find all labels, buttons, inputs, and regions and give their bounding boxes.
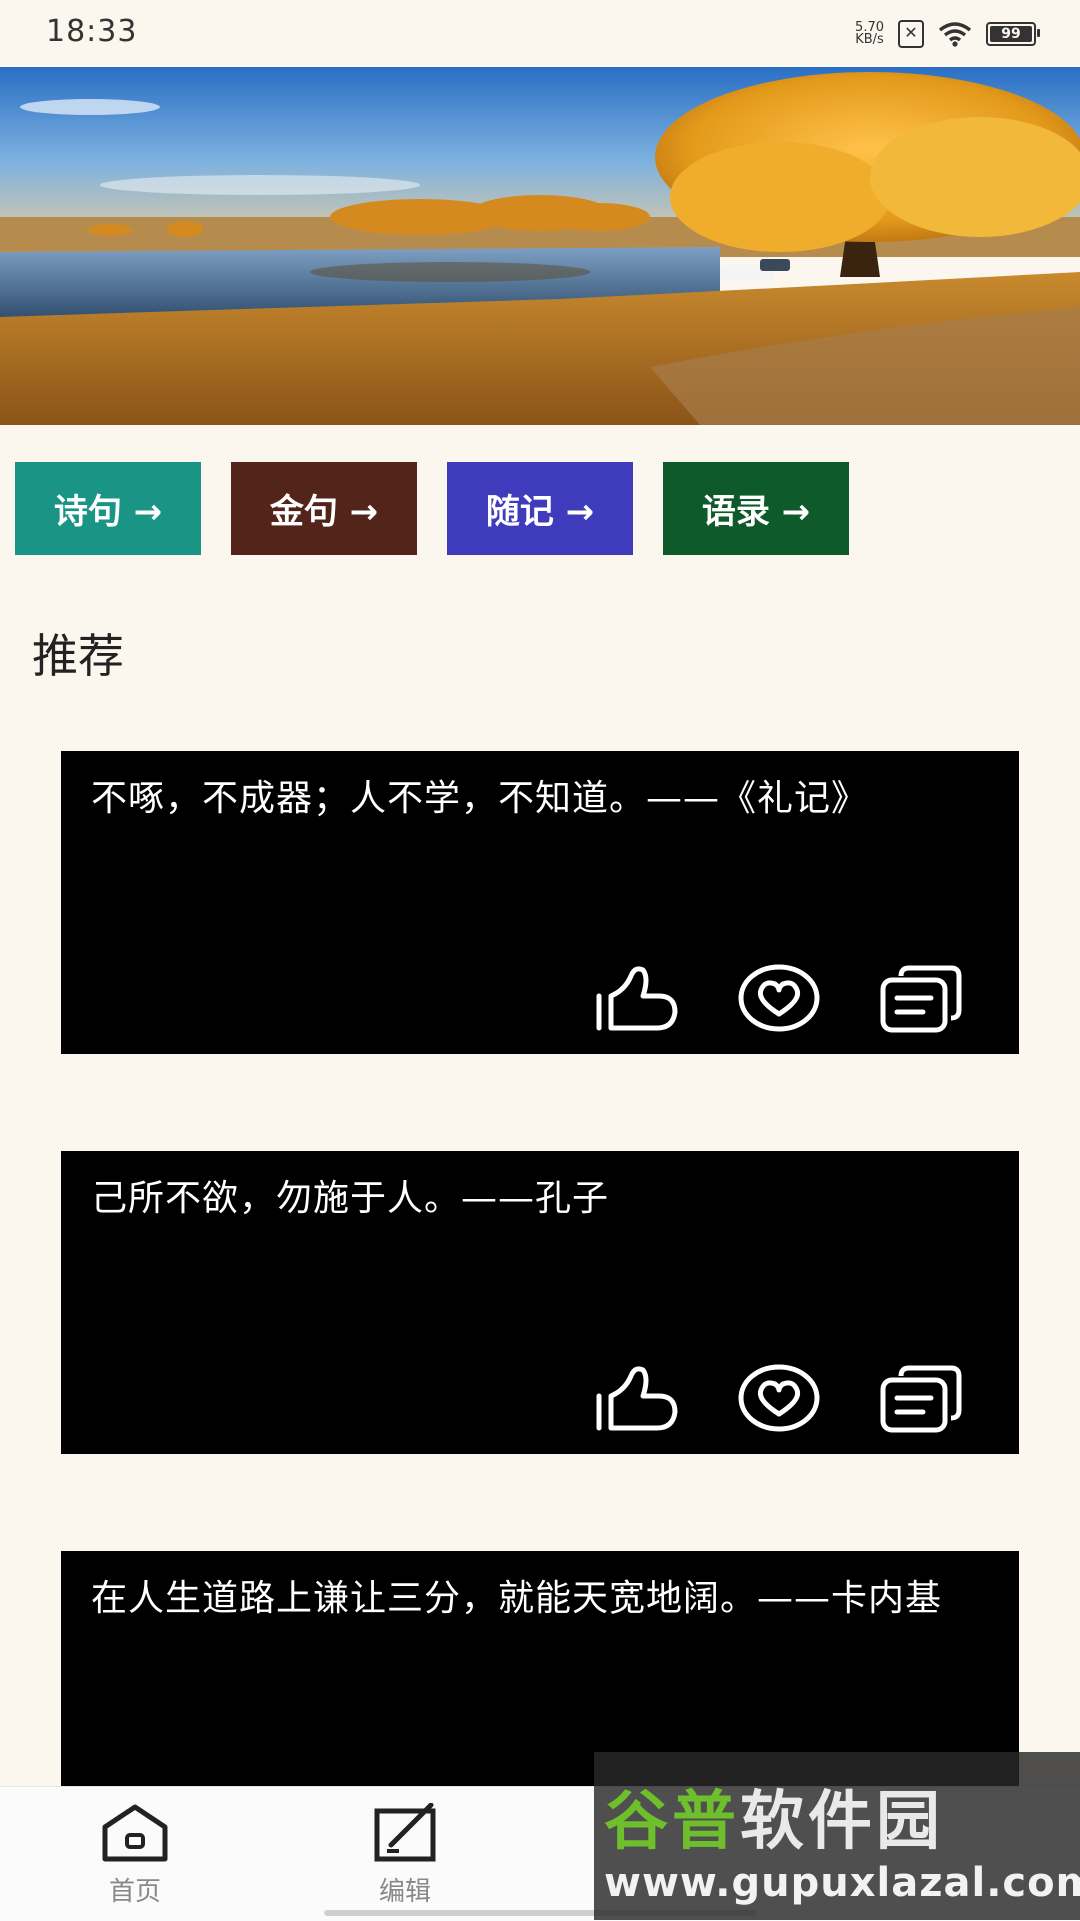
heart-icon[interactable]	[737, 962, 821, 1034]
watermark-url: www.gupuxlazal.com	[604, 1860, 1080, 1906]
card-actions	[595, 1362, 963, 1434]
wifi-icon	[938, 22, 972, 47]
copy-icon[interactable]	[879, 1362, 963, 1434]
category-button-golden-sentences[interactable]: 金句 →	[231, 462, 417, 555]
heart-icon[interactable]	[737, 1362, 821, 1434]
quote-card[interactable]: 不啄，不成器；人不学，不知道。——《礼记》	[61, 751, 1019, 1054]
quote-text: 己所不欲，勿施于人。——孔子	[91, 1178, 610, 1219]
watermark-title: 谷普软件园	[604, 1785, 944, 1859]
category-button-quotes[interactable]: 语录 →	[663, 462, 849, 555]
quote-card[interactable]: 己所不欲，勿施于人。——孔子	[61, 1151, 1019, 1454]
category-buttons: 诗句 → 金句 → 随记 → 语录 →	[15, 462, 849, 555]
home-icon	[102, 1804, 168, 1862]
network-speed: 5.70 KB/s	[855, 20, 884, 47]
battery-icon: 99	[986, 22, 1040, 46]
status-icons: 5.70 KB/s ✕ 99	[855, 16, 1040, 52]
quote-text: 不啄，不成器；人不学，不知道。——《礼记》	[91, 778, 869, 819]
status-time: 18:33	[46, 14, 138, 49]
card-actions	[595, 962, 963, 1034]
status-bar: 18:33 5.70 KB/s ✕ 99	[0, 0, 1080, 66]
no-sim-icon: ✕	[898, 20, 924, 48]
category-button-notes[interactable]: 随记 →	[447, 462, 633, 555]
quote-text: 在人生道路上谦让三分，就能天宽地阔。——卡内基	[91, 1578, 943, 1619]
edit-icon	[374, 1802, 436, 1862]
thumbs-up-icon[interactable]	[595, 1362, 679, 1434]
copy-icon[interactable]	[879, 962, 963, 1034]
nav-item-edit[interactable]: 编辑	[345, 1802, 465, 1908]
watermark: 谷普软件园 www.gupuxlazal.com	[594, 1752, 1080, 1920]
thumbs-up-icon[interactable]	[595, 962, 679, 1034]
category-button-poems[interactable]: 诗句 →	[15, 462, 201, 555]
section-title-recommended: 推荐	[32, 629, 124, 683]
banner-image	[0, 67, 1080, 425]
nav-item-home[interactable]: 首页	[75, 1803, 195, 1908]
